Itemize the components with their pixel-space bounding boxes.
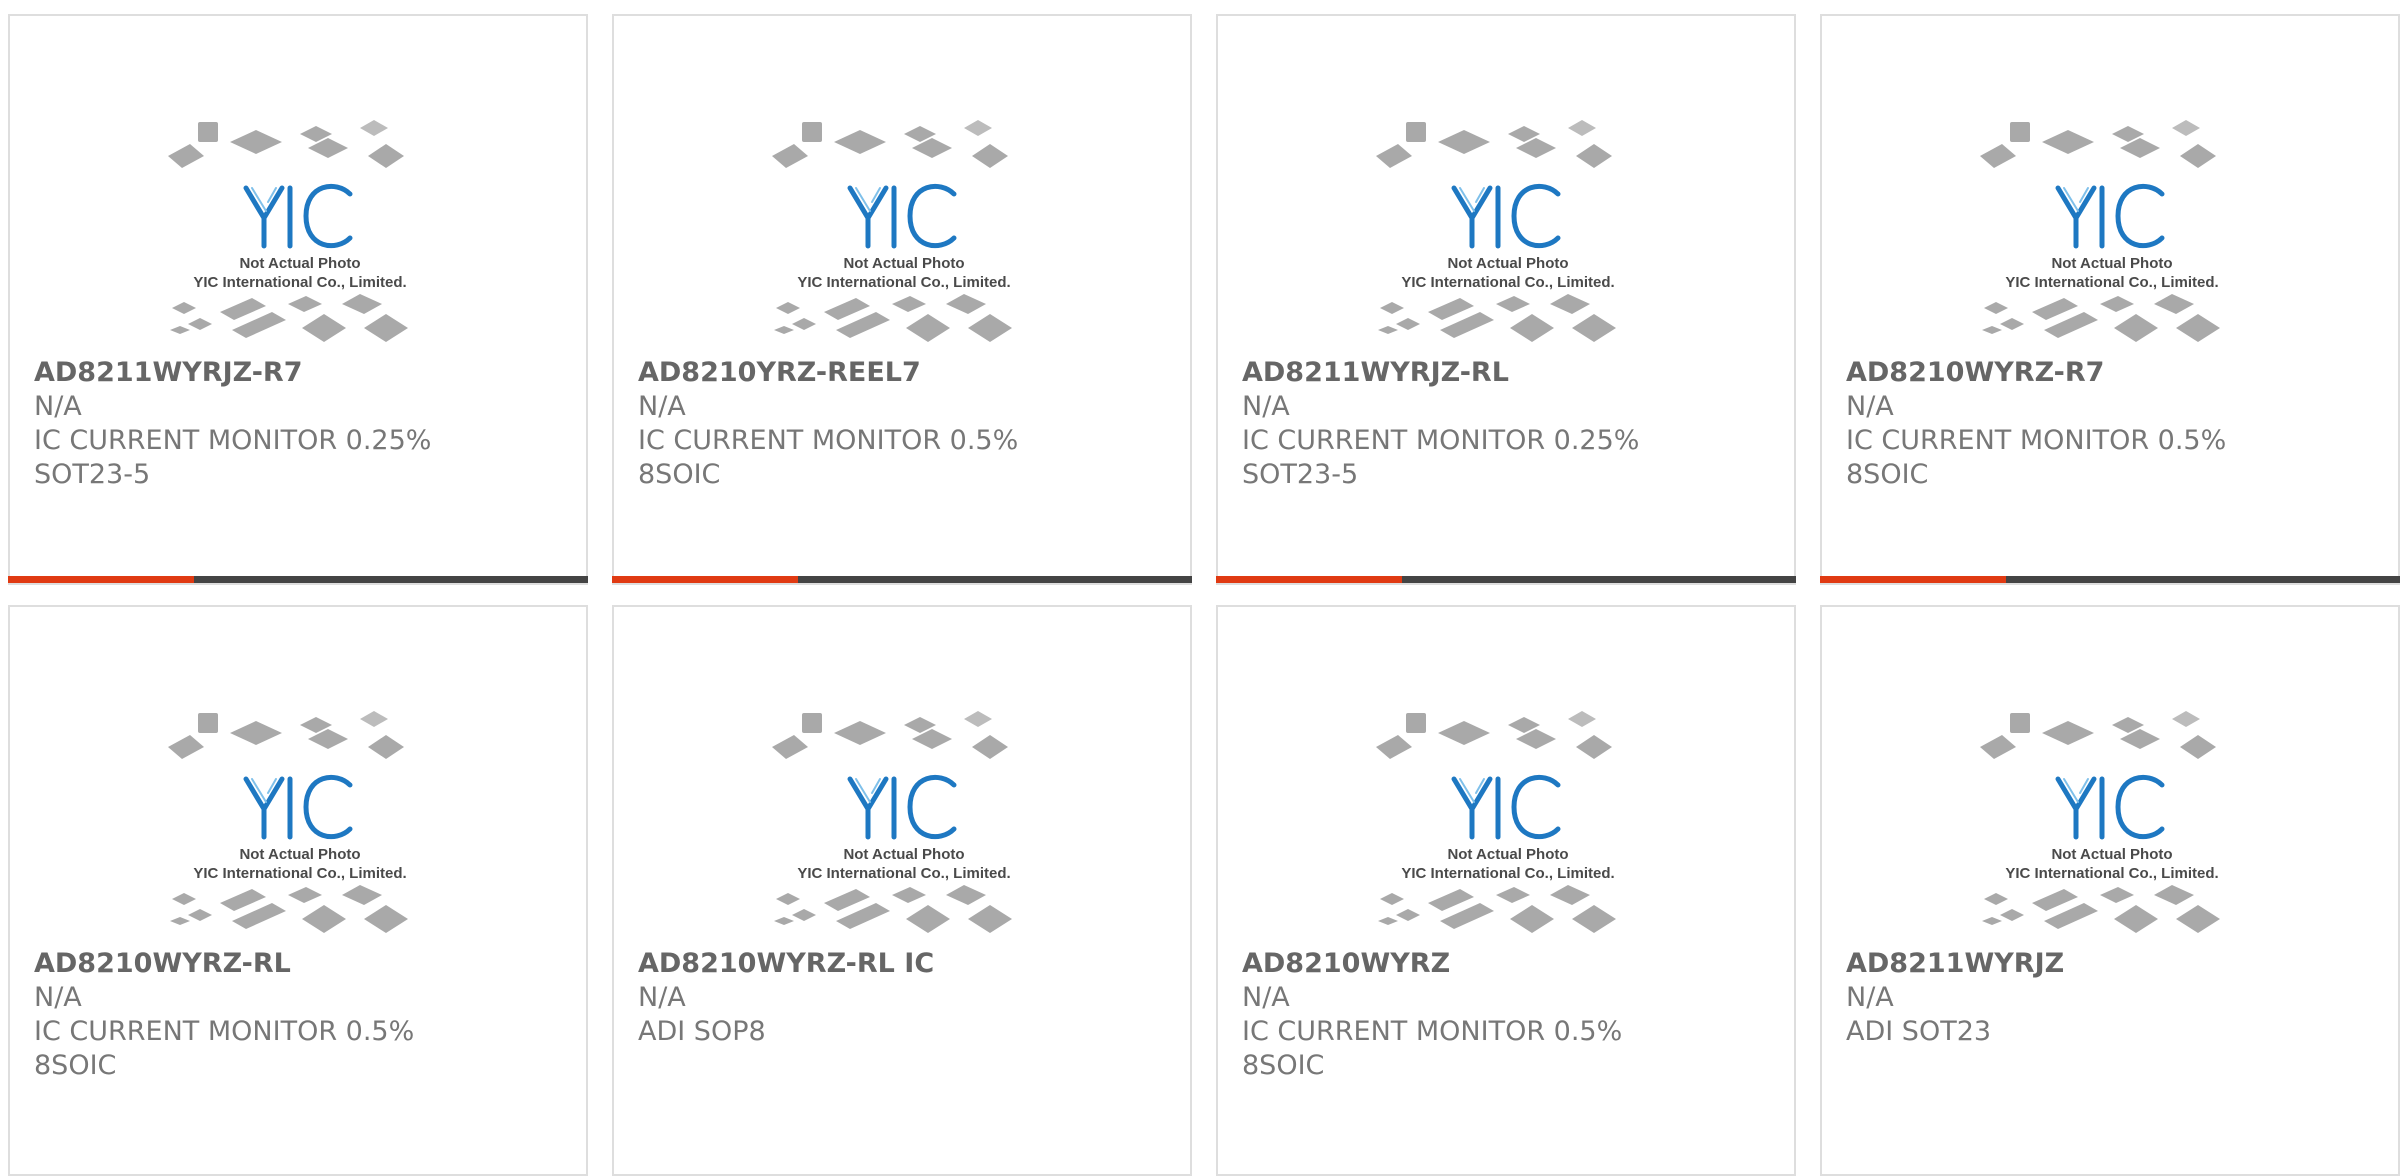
card-progress-fill bbox=[1820, 576, 2006, 583]
placeholder-caption-line1: Not Actual Photo bbox=[2051, 255, 2172, 272]
placeholder-caption-line2: YIC International Co., Limited. bbox=[1401, 865, 1614, 882]
product-description: IC CURRENT MONITOR 0.5% bbox=[1242, 1016, 1623, 1047]
placeholder-caption-line2: YIC International Co., Limited. bbox=[797, 274, 1010, 291]
product-manufacturer: N/A bbox=[34, 391, 82, 422]
product-part-number[interactable]: AD8210YRZ-REEL7 bbox=[638, 356, 1174, 390]
product-card[interactable]: Not Actual Photo YIC International Co., … bbox=[1216, 605, 1796, 1176]
product-info: AD8210WYRZ-RL IC N/A ADI SOP8 bbox=[638, 947, 1174, 1049]
card-progress-fill bbox=[1216, 576, 1402, 583]
product-manufacturer: N/A bbox=[638, 982, 686, 1013]
product-info: AD8211WYRJZ-RL N/A IC CURRENT MONITOR 0.25… bbox=[1242, 356, 1778, 492]
placeholder-caption-line2: YIC International Co., Limited. bbox=[193, 274, 406, 291]
product-grid: Not Actual Photo YIC International Co., … bbox=[8, 14, 2400, 1176]
yic-chip-placeholder-icon[interactable]: Not Actual Photo YIC International Co., … bbox=[1972, 98, 2252, 358]
yic-chip-placeholder-icon[interactable]: Not Actual Photo YIC International Co., … bbox=[160, 689, 440, 949]
product-description: IC CURRENT MONITOR 0.5% bbox=[638, 425, 1019, 456]
product-manufacturer: N/A bbox=[1242, 982, 1290, 1013]
product-part-number[interactable]: AD8211WYRJZ-RL bbox=[1242, 356, 1778, 390]
placeholder-caption-line1: Not Actual Photo bbox=[239, 255, 360, 272]
product-info: AD8210WYRZ N/A IC CURRENT MONITOR 0.5% 8SOI… bbox=[1242, 947, 1778, 1083]
product-info: AD8211WYRJZ N/A ADI SOT23 bbox=[1846, 947, 2382, 1049]
placeholder-caption-line2: YIC International Co., Limited. bbox=[797, 865, 1010, 882]
card-progress-fill bbox=[612, 576, 798, 583]
product-package: 8SOIC bbox=[1846, 459, 1929, 490]
yic-chip-placeholder-icon[interactable]: Not Actual Photo YIC International Co., … bbox=[764, 689, 1044, 949]
placeholder-caption-line2: YIC International Co., Limited. bbox=[193, 865, 406, 882]
product-info: AD8211WYRJZ-R7 N/A IC CURRENT MONITOR 0.25… bbox=[34, 356, 570, 492]
product-info: AD8210WYRZ-RL N/A IC CURRENT MONITOR 0.5% 8… bbox=[34, 947, 570, 1083]
product-description: IC CURRENT MONITOR 0.25% bbox=[34, 425, 432, 456]
product-description: IC CURRENT MONITOR 0.25% bbox=[1242, 425, 1640, 456]
product-card[interactable]: Not Actual Photo YIC International Co., … bbox=[1216, 14, 1796, 585]
product-part-number[interactable]: AD8210WYRZ-R7 bbox=[1846, 356, 2382, 390]
card-progress-bar bbox=[612, 576, 1192, 583]
product-package: SOT23-5 bbox=[34, 459, 151, 490]
yic-chip-placeholder-icon[interactable]: Not Actual Photo YIC International Co., … bbox=[764, 98, 1044, 358]
product-manufacturer: N/A bbox=[34, 982, 82, 1013]
card-progress-bar bbox=[1820, 576, 2400, 583]
placeholder-caption-line2: YIC International Co., Limited. bbox=[2005, 865, 2218, 882]
product-manufacturer: N/A bbox=[1846, 982, 1894, 1013]
product-part-number[interactable]: AD8211WYRJZ bbox=[1846, 947, 2382, 981]
product-part-number[interactable]: AD8210WYRZ-RL IC bbox=[638, 947, 1174, 981]
placeholder-caption-line1: Not Actual Photo bbox=[1447, 255, 1568, 272]
card-progress-bar bbox=[8, 576, 588, 583]
placeholder-caption-line1: Not Actual Photo bbox=[1447, 846, 1568, 863]
product-manufacturer: N/A bbox=[638, 391, 686, 422]
placeholder-caption-line1: Not Actual Photo bbox=[2051, 846, 2172, 863]
placeholder-caption-line1: Not Actual Photo bbox=[843, 255, 964, 272]
product-part-number[interactable]: AD8210WYRZ bbox=[1242, 947, 1778, 981]
product-package: 8SOIC bbox=[1242, 1050, 1325, 1081]
placeholder-caption-line2: YIC International Co., Limited. bbox=[2005, 274, 2218, 291]
product-info: AD8210WYRZ-R7 N/A IC CURRENT MONITOR 0.5% 8… bbox=[1846, 356, 2382, 492]
product-card[interactable]: Not Actual Photo YIC International Co., … bbox=[8, 14, 588, 585]
product-description: IC CURRENT MONITOR 0.5% bbox=[34, 1016, 415, 1047]
placeholder-caption-line1: Not Actual Photo bbox=[843, 846, 964, 863]
product-description: ADI SOT23 bbox=[1846, 1016, 1992, 1047]
placeholder-caption-line2: YIC International Co., Limited. bbox=[1401, 274, 1614, 291]
product-package: 8SOIC bbox=[34, 1050, 117, 1081]
product-part-number[interactable]: AD8210WYRZ-RL bbox=[34, 947, 570, 981]
product-manufacturer: N/A bbox=[1846, 391, 1894, 422]
product-card[interactable]: Not Actual Photo YIC International Co., … bbox=[8, 605, 588, 1176]
card-progress-bar bbox=[1216, 576, 1796, 583]
product-card[interactable]: Not Actual Photo YIC International Co., … bbox=[612, 14, 1192, 585]
yic-chip-placeholder-icon[interactable]: Not Actual Photo YIC International Co., … bbox=[1972, 689, 2252, 949]
yic-chip-placeholder-icon[interactable]: Not Actual Photo YIC International Co., … bbox=[1368, 689, 1648, 949]
card-progress-fill bbox=[8, 576, 194, 583]
product-description: IC CURRENT MONITOR 0.5% bbox=[1846, 425, 2227, 456]
product-manufacturer: N/A bbox=[1242, 391, 1290, 422]
product-package: 8SOIC bbox=[638, 459, 721, 490]
product-card[interactable]: Not Actual Photo YIC International Co., … bbox=[1820, 14, 2400, 585]
yic-chip-placeholder-icon[interactable]: Not Actual Photo YIC International Co., … bbox=[1368, 98, 1648, 358]
product-package: SOT23-5 bbox=[1242, 459, 1359, 490]
product-card[interactable]: Not Actual Photo YIC International Co., … bbox=[612, 605, 1192, 1176]
yic-chip-placeholder-icon[interactable]: Not Actual Photo YIC International Co., … bbox=[160, 98, 440, 358]
product-card[interactable]: Not Actual Photo YIC International Co., … bbox=[1820, 605, 2400, 1176]
product-part-number[interactable]: AD8211WYRJZ-R7 bbox=[34, 356, 570, 390]
product-description: ADI SOP8 bbox=[638, 1016, 766, 1047]
placeholder-caption-line1: Not Actual Photo bbox=[239, 846, 360, 863]
product-info: AD8210YRZ-REEL7 N/A IC CURRENT MONITOR 0.5… bbox=[638, 356, 1174, 492]
